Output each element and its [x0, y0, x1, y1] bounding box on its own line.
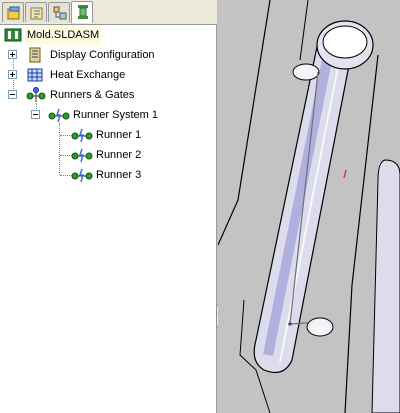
tree-item-display-configuration[interactable]: Display Configuration: [0, 45, 216, 65]
expand-toggle[interactable]: [8, 70, 17, 79]
tab-property-manager[interactable]: [25, 2, 47, 22]
runners-gates-icon: [26, 87, 46, 102]
configuration-manager-icon: [53, 6, 67, 20]
mold-tree-icon: [78, 5, 88, 19]
tree-item-label: Runners & Gates: [50, 89, 135, 101]
panel-tab-bar: [0, 0, 217, 25]
assembly-icon: [4, 28, 22, 42]
tree-root[interactable]: Mold.SLDASM: [0, 25, 216, 45]
tree-item-runners-gates[interactable]: Runners & Gates: [0, 85, 216, 105]
feature-tree-panel: Mold.SLDASM Display Configuration Heat E…: [0, 0, 217, 413]
tree-root-label: Mold.SLDASM: [25, 25, 102, 45]
tab-feature-manager[interactable]: [2, 2, 24, 22]
tree-item-label: Runner 2: [96, 149, 142, 161]
heat-exchange-icon: [27, 68, 43, 82]
tab-mold-tree[interactable]: [71, 1, 93, 23]
tree-item-label: Runner 1: [96, 129, 142, 141]
tree-item-label: Runner 3: [96, 169, 142, 181]
graphics-viewport[interactable]: [218, 0, 400, 413]
property-manager-icon: [30, 7, 43, 20]
expand-toggle[interactable]: [8, 50, 17, 59]
tree-item-runner-3[interactable]: Runner 3: [0, 165, 216, 185]
collapse-toggle[interactable]: [8, 90, 17, 99]
tree-item-label: Heat Exchange: [50, 69, 126, 81]
tree-item-runner-2[interactable]: Runner 2: [0, 145, 216, 165]
tree-item-heat-exchange[interactable]: Heat Exchange: [0, 65, 216, 85]
tree-item-runner-1[interactable]: Runner 1: [0, 125, 216, 145]
display-config-icon: [29, 47, 41, 63]
tree-item-runner-system-1[interactable]: Runner System 1: [0, 105, 216, 125]
collapse-toggle[interactable]: [31, 110, 40, 119]
runner-icon: [71, 128, 93, 143]
mold-model-view: [218, 0, 400, 413]
runner-system-icon: [48, 108, 70, 123]
tab-configuration-manager[interactable]: [48, 2, 70, 22]
runner-icon: [71, 148, 93, 163]
runner-icon: [71, 168, 93, 183]
feature-manager-icon: [7, 6, 20, 20]
tree-item-label: Runner System 1: [73, 109, 158, 121]
tree-item-label: Display Configuration: [50, 49, 155, 61]
